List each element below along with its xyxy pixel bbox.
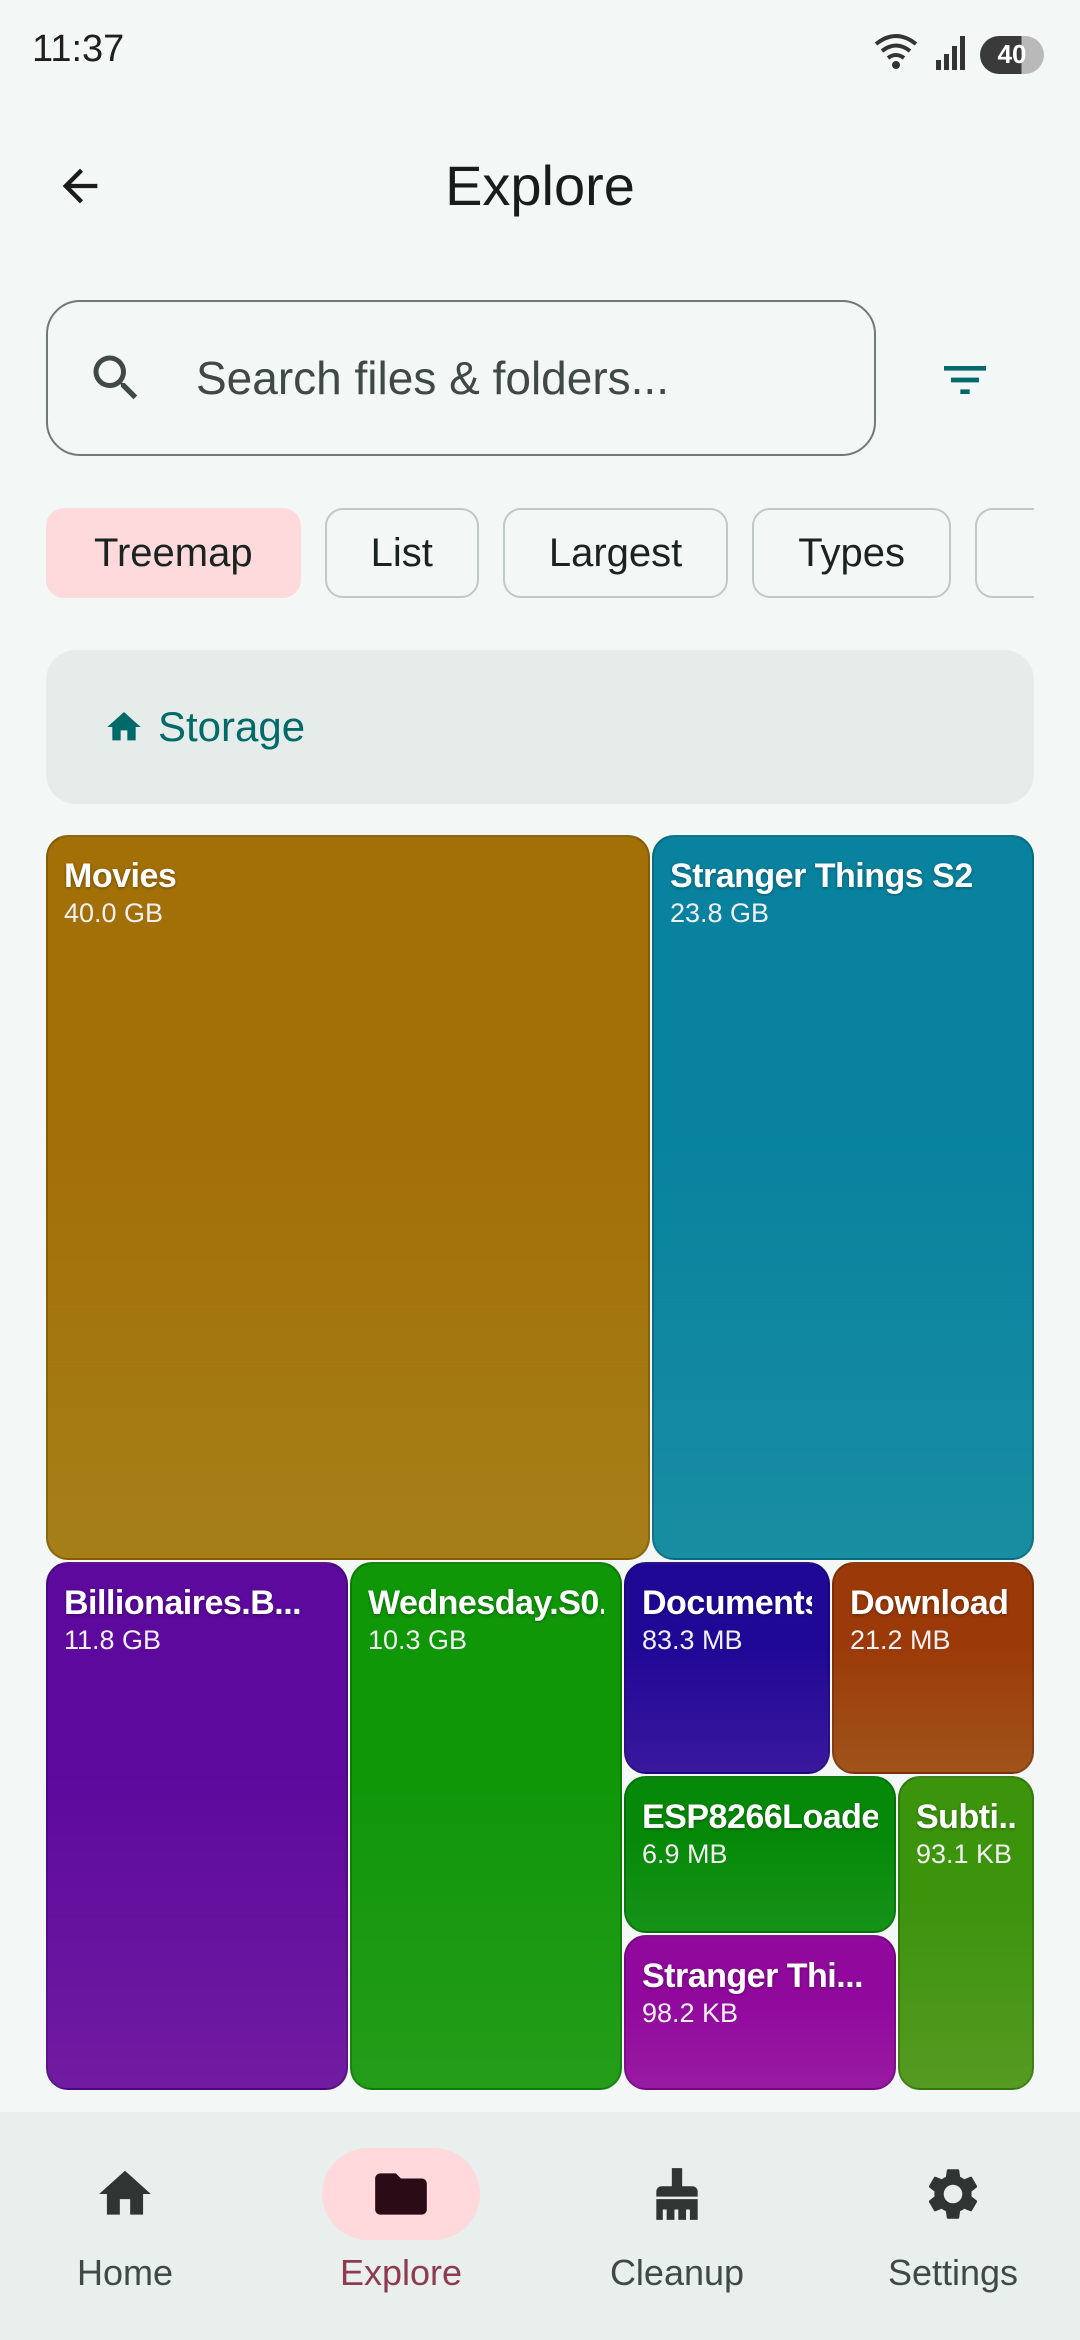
nav-home[interactable]: Home — [15, 2148, 235, 2318]
nav-explore[interactable]: Explore — [291, 2148, 511, 2318]
chip-more[interactable] — [974, 508, 1034, 598]
tile-name: Download — [850, 1584, 1009, 1622]
treemap-tile-documents[interactable]: Documents 83.3 MB — [624, 1562, 830, 1774]
nav-settings[interactable]: Settings — [843, 2148, 1063, 2318]
search-icon — [93, 355, 138, 400]
treemap-tile-stranger-things-file[interactable]: Stranger Thi... 98.2 KB — [624, 1935, 896, 2090]
nav-home-label: Home — [76, 2252, 174, 2293]
nav-explore-pill — [322, 2148, 480, 2240]
nav-cleanup-pill — [598, 2148, 756, 2240]
status-bar: 11:37 40 — [0, 0, 1080, 100]
nav-settings-label: Settings — [887, 2252, 1019, 2293]
folder-icon — [375, 2173, 427, 2215]
treemap-tile-wednesday[interactable]: Wednesday.S0... 10.3 GB — [350, 1562, 622, 2090]
page-title: Explore — [445, 154, 635, 217]
chip-types[interactable]: Types — [752, 508, 951, 598]
tile-name: Wednesday.S0... — [368, 1584, 604, 1622]
status-time: 11:37 — [32, 28, 125, 70]
tile-name: Stranger Things S2 — [670, 857, 973, 895]
search-input[interactable] — [196, 351, 836, 405]
search-bar[interactable] — [46, 300, 876, 456]
tile-size: 11.8 GB — [64, 1625, 162, 1655]
treemap-tile-subtitles[interactable]: Subti... 93.1 KB — [898, 1776, 1034, 2090]
filter-button[interactable] — [930, 345, 1000, 415]
treemap-tile-stranger-things-s2[interactable]: Stranger Things S2 23.8 GB — [652, 835, 1034, 1560]
nav-explore-label: Explore — [339, 2252, 463, 2293]
breadcrumb-storage[interactable]: Storage — [158, 703, 305, 751]
bottom-navigation: Home Explore Cleanup Settings — [0, 2112, 1080, 2340]
treemap-tile-movies[interactable]: Movies 40.0 GB — [46, 835, 650, 1560]
gear-icon — [928, 2169, 978, 2219]
nav-settings-pill — [874, 2148, 1032, 2240]
tile-name: Stranger Thi... — [642, 1957, 864, 1995]
filter-icon — [944, 366, 986, 394]
tile-size: 83.3 MB — [642, 1625, 743, 1655]
tile-name: Billionaires.B... — [64, 1584, 302, 1622]
view-mode-chips: Treemap List Largest Types — [46, 508, 1034, 602]
tile-name: Movies — [64, 857, 177, 895]
tile-name: Documents — [642, 1584, 812, 1622]
treemap-tile-billionaires[interactable]: Billionaires.B... 11.8 GB — [46, 1562, 348, 2090]
tile-size: 21.2 MB — [850, 1625, 951, 1655]
tile-size: 98.2 KB — [642, 1998, 739, 2028]
wifi-icon — [872, 32, 924, 77]
tile-name: Subti... — [916, 1798, 1016, 1836]
chip-treemap[interactable]: Treemap — [46, 508, 301, 598]
home-icon — [99, 2170, 151, 2215]
chip-list[interactable]: List — [324, 508, 479, 598]
home-icon — [107, 712, 141, 741]
broom-icon — [656, 2168, 698, 2220]
signal-icon — [934, 32, 970, 77]
tile-size: 10.3 GB — [368, 1625, 468, 1655]
tile-size: 93.1 KB — [916, 1839, 1013, 1869]
tile-name: ESP8266Loader — [642, 1798, 878, 1836]
nav-cleanup[interactable]: Cleanup — [567, 2148, 787, 2318]
nav-cleanup-label: Cleanup — [609, 2252, 745, 2293]
tile-size: 40.0 GB — [64, 898, 164, 928]
chip-largest[interactable]: Largest — [502, 508, 729, 598]
tile-size: 6.9 MB — [642, 1839, 728, 1869]
status-icons: 40 — [872, 32, 1044, 77]
battery-indicator: 40 — [980, 35, 1044, 74]
breadcrumb: Storage — [46, 650, 1034, 804]
tile-size: 23.8 GB — [670, 898, 770, 928]
nav-home-pill — [46, 2148, 204, 2240]
treemap-tile-esp8266loader[interactable]: ESP8266Loader 6.9 MB — [624, 1776, 896, 1933]
storage-treemap: Movies 40.0 GB Stranger Things S2 23.8 G… — [46, 835, 1034, 2090]
treemap-tile-download[interactable]: Download 21.2 MB — [832, 1562, 1034, 1774]
